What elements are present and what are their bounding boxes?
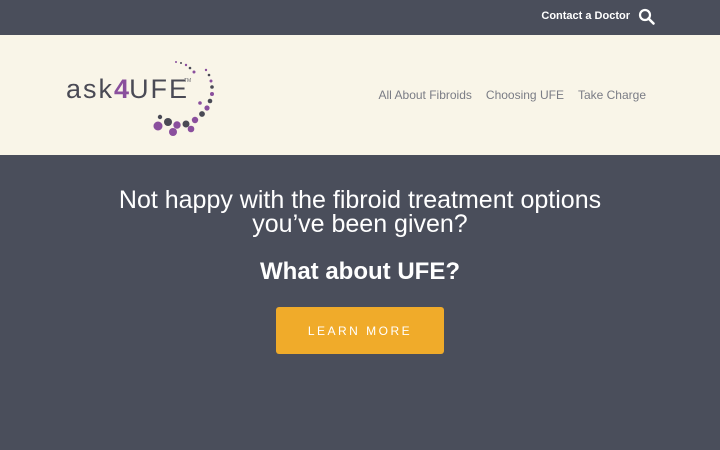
ask4ufe-logo[interactable]: ask4UFE TM (64, 58, 224, 140)
logo-trademark: TM (184, 78, 192, 84)
nav-item-choosing-ufe[interactable]: Choosing UFE (486, 88, 564, 102)
hero-section: Not happy with the fibroid treatment opt… (0, 155, 720, 450)
logo-wordmark: ask4UFE (66, 76, 189, 103)
main-nav: All About Fibroids Choosing UFE Take Cha… (379, 88, 646, 102)
search-icon[interactable] (638, 8, 656, 26)
hero-subheading: What about UFE? (260, 258, 460, 285)
contact-doctor-link[interactable]: Contact a Doctor (541, 10, 630, 22)
hero-heading: Not happy with the fibroid treatment opt… (60, 188, 660, 238)
top-bar: Contact a Doctor (0, 0, 720, 35)
logo-suffix: UFE (129, 74, 190, 104)
nav-item-take-charge[interactable]: Take Charge (578, 88, 646, 102)
logo-four: 4 (114, 74, 130, 104)
nav-item-all-about-fibroids[interactable]: All About Fibroids (379, 88, 472, 102)
hero-heading-line2: you’ve been given? (252, 210, 468, 238)
logo-prefix: ask (66, 74, 115, 104)
learn-more-button[interactable]: LEARN MORE (276, 307, 444, 354)
